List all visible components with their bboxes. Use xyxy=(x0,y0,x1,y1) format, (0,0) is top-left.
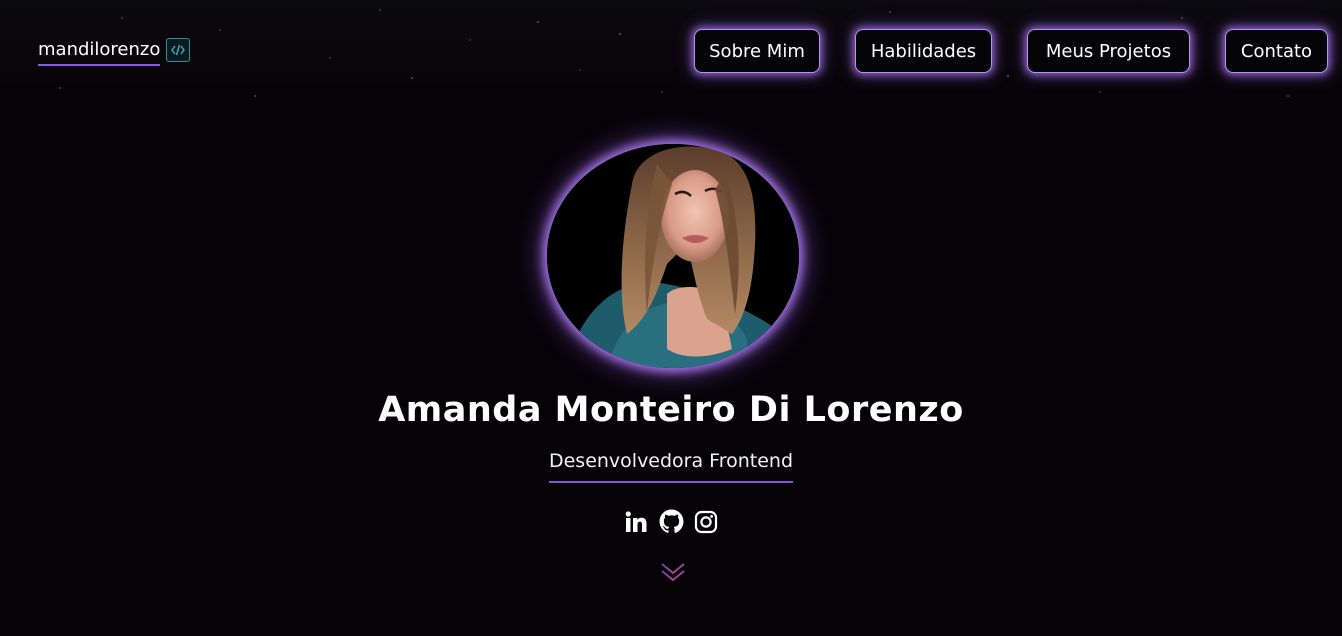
chevron-double-down-icon[interactable] xyxy=(659,561,687,585)
nav-meus-projetos-button[interactable]: Meus Projetos xyxy=(1027,29,1190,73)
hero-role: Desenvolvedora Frontend xyxy=(548,449,794,483)
linkedin-icon[interactable] xyxy=(624,509,649,534)
role-container: Desenvolvedora Frontend xyxy=(0,449,1342,483)
portfolio-page: mandilorenzo Sobre Mim Habilidades Meus … xyxy=(0,0,1342,636)
profile-photo xyxy=(547,144,799,368)
nav-sobre-mim-button[interactable]: Sobre Mim xyxy=(694,29,820,73)
github-icon[interactable] xyxy=(659,509,684,534)
hero-name: Amanda Monteiro Di Lorenzo xyxy=(378,390,964,430)
social-links xyxy=(0,509,1342,534)
instagram-icon[interactable] xyxy=(694,509,719,534)
main-nav: Sobre Mim Habilidades Meus Projetos Cont… xyxy=(0,29,1342,75)
profile-avatar xyxy=(547,144,799,368)
nav-contato-button[interactable]: Contato xyxy=(1225,29,1328,73)
nav-habilidades-button[interactable]: Habilidades xyxy=(855,29,992,73)
